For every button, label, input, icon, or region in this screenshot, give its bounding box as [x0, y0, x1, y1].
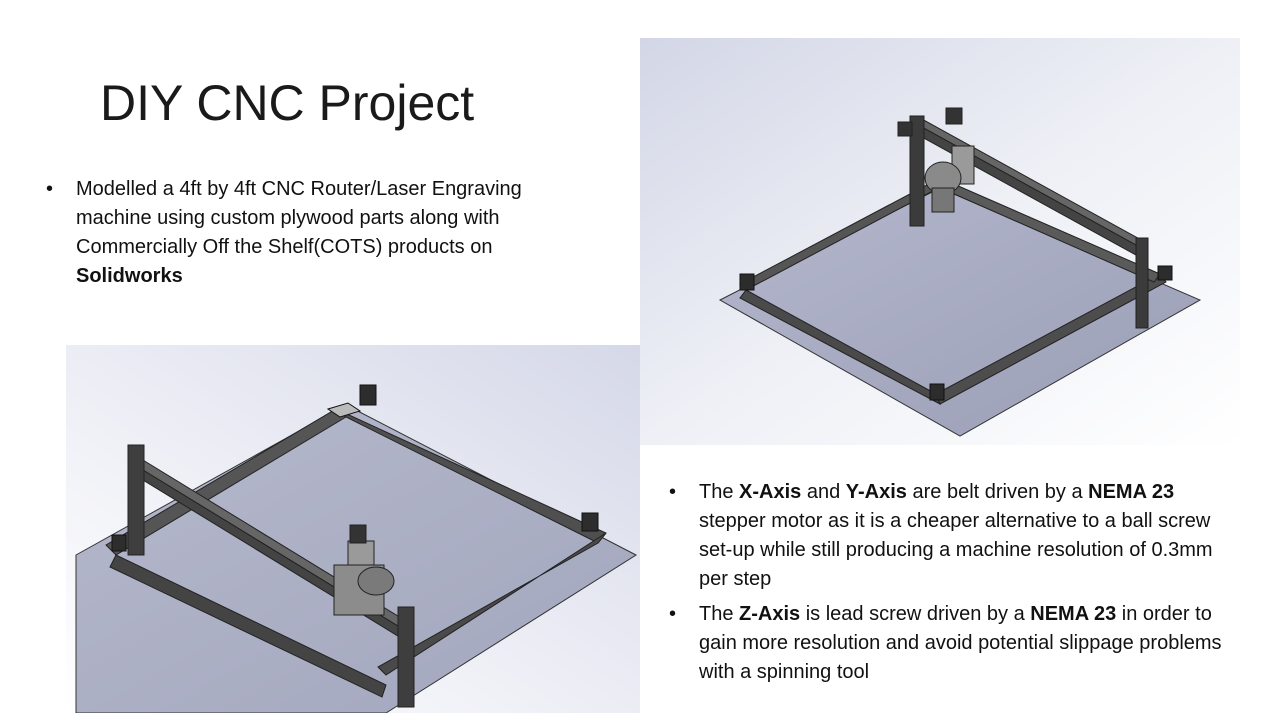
bullet-list-intro: • Modelled a 4ft by 4ft CNC Router/Laser… — [46, 175, 586, 299]
bullet-bold-text: Z-Axis — [739, 603, 801, 625]
slide-title: DIY CNC Project — [100, 75, 475, 131]
bullet-text: The — [699, 481, 740, 503]
bullet-item: • The Z-Axis is lead screw driven by a N… — [669, 600, 1229, 687]
cad-render-iso-view — [66, 345, 640, 713]
bullet-text: Modelled a 4ft by 4ft CNC Router/Laser E… — [76, 178, 522, 258]
bullet-bold-text: NEMA 23 — [1088, 481, 1175, 503]
bullet-item: • Modelled a 4ft by 4ft CNC Router/Laser… — [46, 175, 586, 291]
bullet-text: stepper motor as it is a cheaper alterna… — [699, 510, 1213, 590]
bullet-dot-icon: • — [669, 481, 677, 503]
bullet-text: is lead screw driven by a — [800, 603, 1031, 625]
bullet-text: The — [699, 603, 740, 625]
bullet-text: and — [801, 481, 846, 503]
bullet-dot-icon: • — [669, 603, 677, 625]
bullet-dot-icon: • — [46, 178, 54, 200]
slide: DIY CNC Project • Modelled a 4ft by 4ft … — [0, 0, 1280, 720]
cad-render-top-view — [640, 38, 1240, 445]
bullet-bold-text: NEMA 23 — [1030, 603, 1117, 625]
bullet-bold-text: Y-Axis — [845, 481, 907, 503]
bullet-bold-text: X-Axis — [739, 481, 802, 503]
bullet-list-details: • The X-Axis and Y-Axis are belt driven … — [669, 478, 1229, 693]
bullet-text: are belt driven by a — [906, 481, 1089, 503]
bullet-bold-text: Solidworks — [76, 265, 183, 287]
bullet-item: • The X-Axis and Y-Axis are belt driven … — [669, 478, 1229, 594]
